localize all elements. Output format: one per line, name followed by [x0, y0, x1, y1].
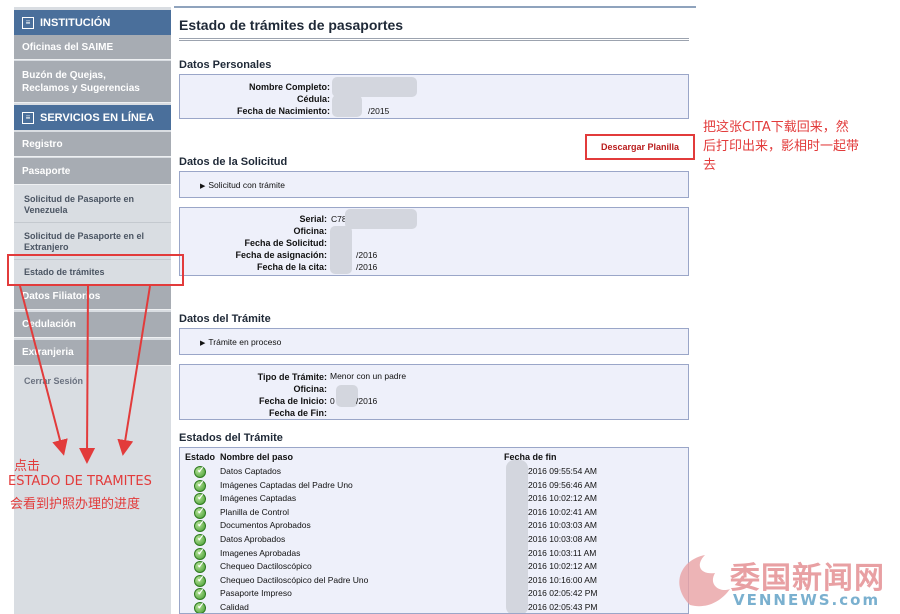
watermark-sub: VENNEWS.com [733, 591, 881, 609]
click-note-1: 点击 [14, 459, 41, 474]
arrow-2 [79, 285, 96, 464]
click-note-2: ESTADO DE TRAMITES [8, 474, 152, 489]
click-note-3: 会看到护照办理的进度 [10, 497, 141, 512]
arrow-3 [117, 285, 151, 456]
annotation-arrows [19, 285, 151, 464]
arrow-1 [19, 285, 68, 456]
